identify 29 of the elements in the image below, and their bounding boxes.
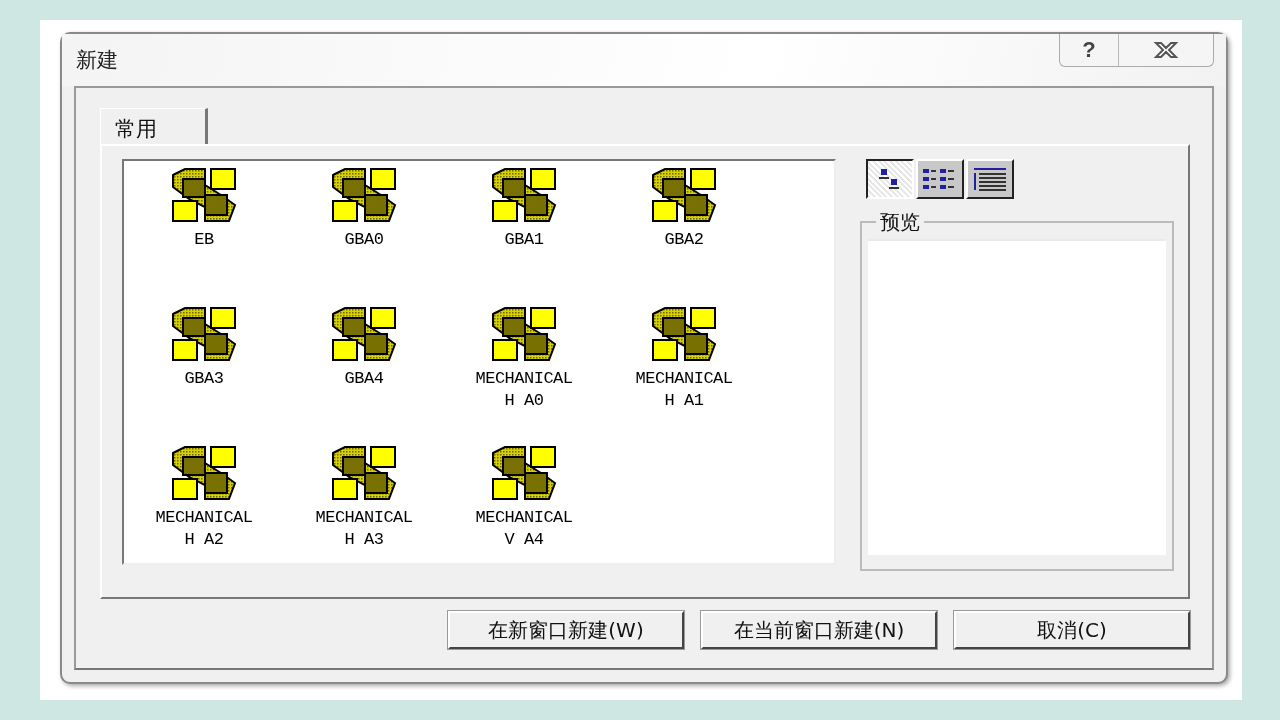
- template-icon: [491, 167, 557, 223]
- template-icon: [651, 306, 717, 362]
- template-label[interactable]: GBA3: [184, 368, 224, 390]
- template-icon: [171, 306, 237, 362]
- close-icon: [1153, 41, 1179, 59]
- template-label[interactable]: GBA4: [344, 368, 384, 390]
- template-icon: [331, 167, 397, 223]
- template-label[interactable]: MECHANICAL H A3: [315, 507, 413, 551]
- template-label[interactable]: MECHANICAL H A2: [155, 507, 253, 551]
- template-icon: [491, 445, 557, 501]
- template-label[interactable]: MECHANICAL H A0: [475, 368, 573, 412]
- template-label[interactable]: GBA0: [344, 229, 384, 251]
- dialog-button[interactable]: 取消(C): [954, 611, 1190, 649]
- template-label[interactable]: GBA2: [664, 229, 704, 251]
- view-button[interactable]: [866, 159, 914, 199]
- template-label[interactable]: MECHANICAL V A4: [475, 507, 573, 551]
- tab[interactable]: 常用: [100, 108, 208, 144]
- template-icon: [331, 306, 397, 362]
- dialog-button[interactable]: 在当前窗口新建(N): [701, 611, 937, 649]
- template-label[interactable]: GBA1: [504, 229, 544, 251]
- template-icon: [651, 167, 717, 223]
- template-label[interactable]: EB: [194, 229, 214, 251]
- dialog-button[interactable]: 在新窗口新建(W): [448, 611, 684, 649]
- window-title: 新建: [75, 47, 119, 74]
- template-icon: [171, 445, 237, 501]
- template-icon: [491, 306, 557, 362]
- template-icon: [331, 445, 397, 501]
- template-icon: [171, 167, 237, 223]
- template-label[interactable]: MECHANICAL H A1: [635, 368, 733, 412]
